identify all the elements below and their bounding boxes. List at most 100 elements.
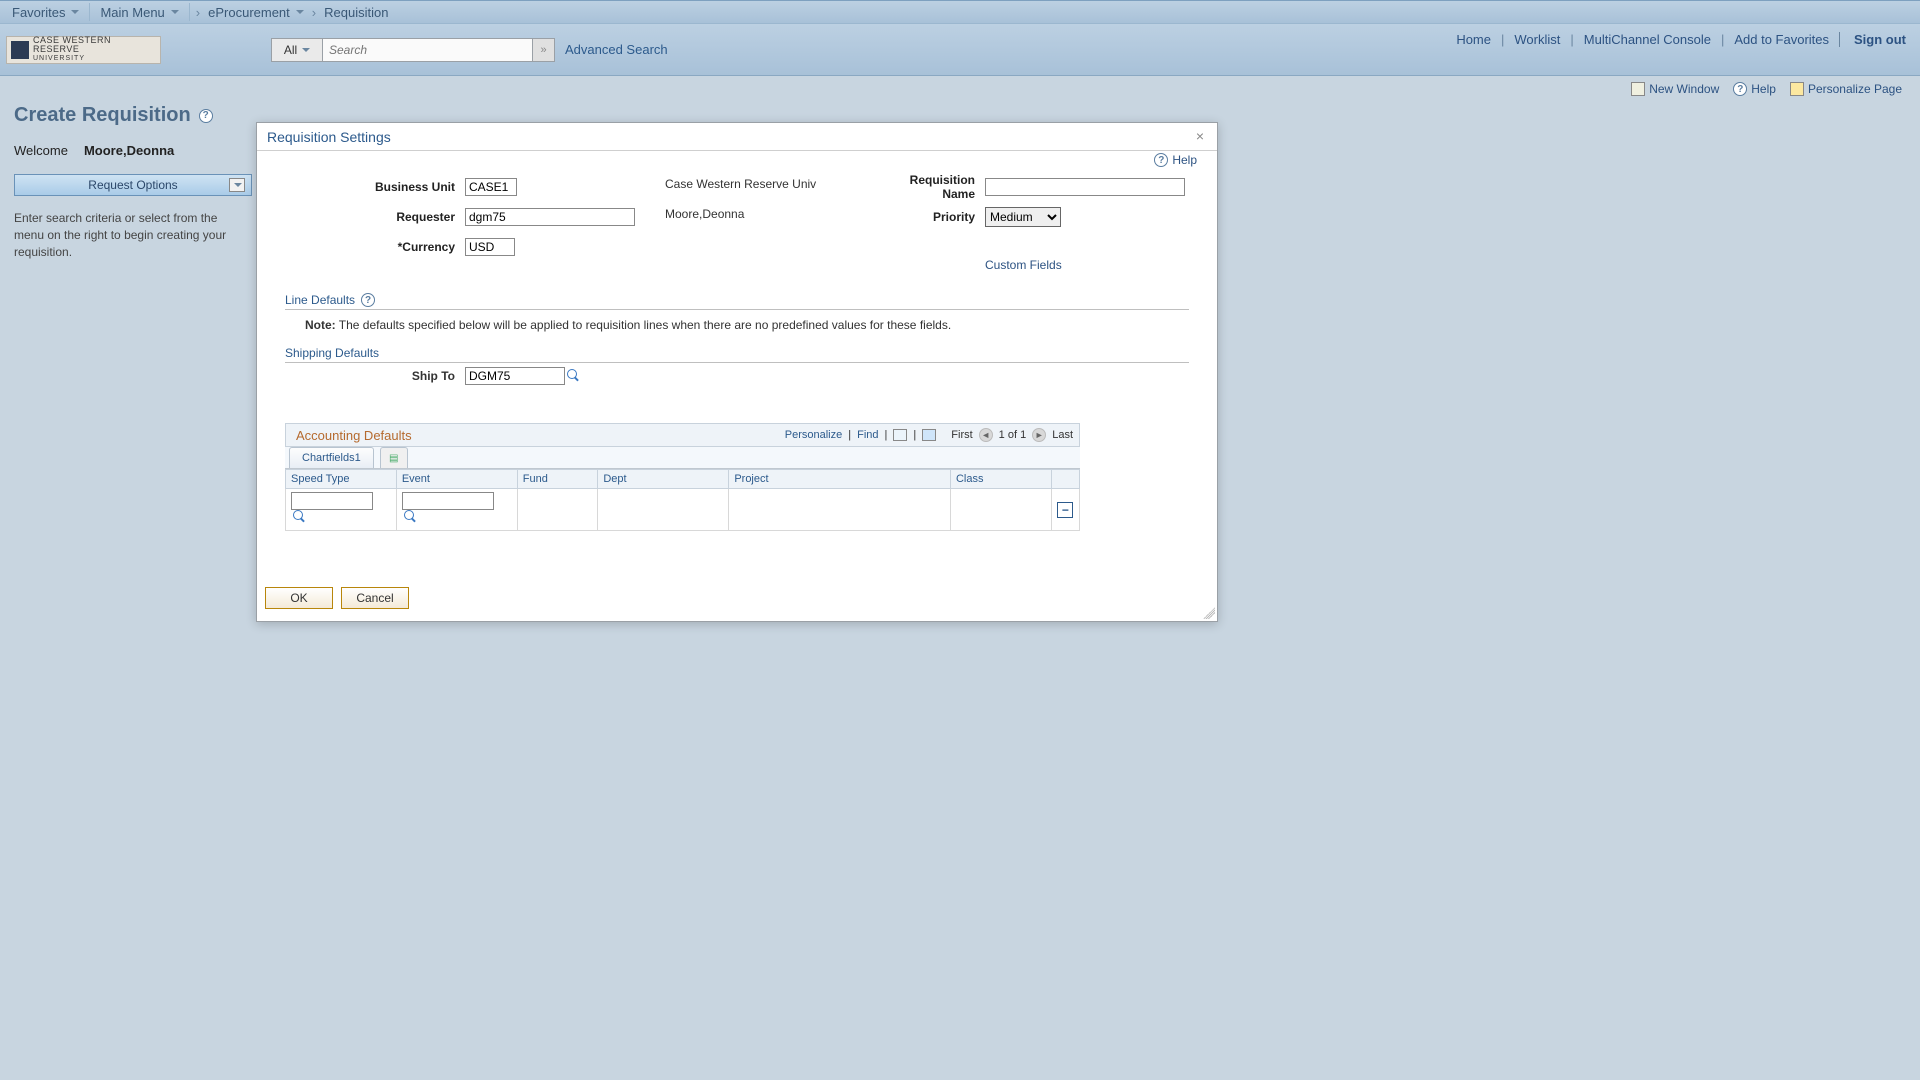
requester-input[interactable] [465,208,635,226]
crumb-requisition[interactable]: Requisition [318,5,394,20]
welcome-user: Moore,Deonna [84,143,174,158]
ship-to-input[interactable] [465,367,565,385]
business-unit-input[interactable] [465,178,517,196]
lookup-icon[interactable] [567,369,581,383]
personalize-page-link[interactable]: Personalize Page [1790,82,1902,96]
download-icon[interactable] [922,429,936,441]
caret-down-icon [302,48,310,52]
modal-help-link[interactable]: ? Help [1154,153,1197,167]
modal-title: Requisition Settings [267,129,391,145]
grid-first-label[interactable]: First [951,429,972,441]
dept-cell [598,489,729,531]
modal-close-button[interactable]: × [1193,130,1207,144]
zoom-icon[interactable] [893,429,907,441]
grid-row: − [286,489,1080,531]
requisition-settings-modal: Requisition Settings × ? Help Business U… [256,122,1218,622]
new-window-icon [1631,82,1645,96]
logo-line1: CASE WESTERN RESERVE [33,36,156,54]
col-project[interactable]: Project [729,470,951,489]
class-cell [950,489,1051,531]
requester-label: Requester [285,210,465,224]
col-fund[interactable]: Fund [517,470,598,489]
favorites-label: Favorites [12,5,65,20]
col-dept[interactable]: Dept [598,470,729,489]
currency-label: *Currency [285,240,465,254]
pencil-icon [1790,82,1804,96]
grid-table: Speed Type Event Fund Dept Project Class [285,469,1080,531]
search-scope-label: All [284,43,297,57]
col-speed-type[interactable]: Speed Type [286,470,397,489]
lookup-icon[interactable] [404,510,418,524]
delete-row-button[interactable]: − [1057,502,1073,518]
multichannel-link[interactable]: MultiChannel Console [1584,32,1711,47]
signout-link[interactable]: Sign out [1839,32,1906,47]
cancel-button-label: Cancel [356,591,393,605]
worklist-link[interactable]: Worklist [1514,32,1560,47]
divider: | [885,429,888,441]
priority-label: Priority [875,210,985,224]
grid-last-label[interactable]: Last [1052,429,1073,441]
grid-expand-tab-icon[interactable]: ▤ [380,447,408,468]
crumb-eprocurement-label: eProcurement [208,5,290,20]
speed-type-input[interactable] [291,492,373,510]
crumb-requisition-label: Requisition [324,5,388,20]
divider: | [1721,32,1724,47]
close-icon: × [1196,128,1204,144]
minus-icon: − [1062,503,1069,517]
lookup-icon[interactable] [293,510,307,524]
grid-find-link[interactable]: Find [857,429,878,441]
grid-title-bar: Accounting Defaults Personalize | Find |… [285,423,1080,447]
prev-arrow-icon[interactable]: ◄ [979,428,993,442]
priority-select[interactable]: HighMediumLow [985,207,1061,227]
project-cell [729,489,951,531]
note-text: The defaults specified below will be app… [339,318,951,332]
advanced-search-link[interactable]: Advanced Search [565,42,668,57]
caret-down-icon [171,10,179,14]
col-class[interactable]: Class [950,470,1051,489]
header-bar: CASE WESTERN RESERVE UNIVERSITY All » Ad… [0,24,1920,76]
page-help-link[interactable]: ? Help [1733,82,1776,96]
requisition-name-input[interactable] [985,178,1185,196]
page-title-text: Create Requisition [14,104,191,127]
form-col-left: Business Unit Requester *Currency [285,173,665,279]
personalize-label: Personalize Page [1808,82,1902,96]
cancel-button[interactable]: Cancel [341,587,409,609]
main-menu-label: Main Menu [100,5,164,20]
search-button[interactable]: » [533,38,555,62]
search-input[interactable] [323,38,533,62]
modal-button-row: OK Cancel [265,587,1189,609]
favorites-menu[interactable]: Favorites [6,5,85,20]
search-scope-dropdown[interactable]: All [271,38,323,62]
requisition-name-label: Requisition Name [875,173,985,201]
currency-input[interactable] [465,238,515,256]
line-defaults-note: Note: The defaults specified below will … [305,318,1189,332]
modal-titlebar: Requisition Settings × [257,123,1217,151]
grid-tabs: Chartfields1 ▤ [285,447,1080,469]
requester-name: Moore,Deonna [665,203,875,221]
tab-chartfields1[interactable]: Chartfields1 [289,447,374,468]
page-help-label: Help [1751,82,1776,96]
custom-fields-link[interactable]: Custom Fields [985,258,1062,272]
help-icon[interactable]: ? [361,293,375,307]
col-event[interactable]: Event [396,470,517,489]
ok-button[interactable]: OK [265,587,333,609]
business-unit-label: Business Unit [285,180,465,194]
caret-down-icon [234,183,242,187]
global-search: All » Advanced Search [271,38,668,62]
chevron-right-icon: › [310,5,318,20]
dropdown-button[interactable] [229,178,245,192]
event-input[interactable] [402,492,494,510]
resize-grip-icon[interactable] [1203,607,1215,619]
grid-personalize-link[interactable]: Personalize [785,429,842,441]
grid-header-row: Speed Type Event Fund Dept Project Class [286,470,1080,489]
help-icon[interactable]: ? [199,109,213,123]
next-arrow-icon[interactable]: ► [1032,428,1046,442]
crumb-eprocurement[interactable]: eProcurement [202,5,310,20]
new-window-link[interactable]: New Window [1631,82,1719,96]
shipping-defaults-section: Shipping Defaults [285,346,1189,363]
add-favorites-link[interactable]: Add to Favorites [1734,32,1829,47]
home-link[interactable]: Home [1456,32,1491,47]
request-options-dropdown[interactable]: Request Options [14,174,252,196]
caret-down-icon [296,10,304,14]
main-menu[interactable]: Main Menu [94,5,184,20]
